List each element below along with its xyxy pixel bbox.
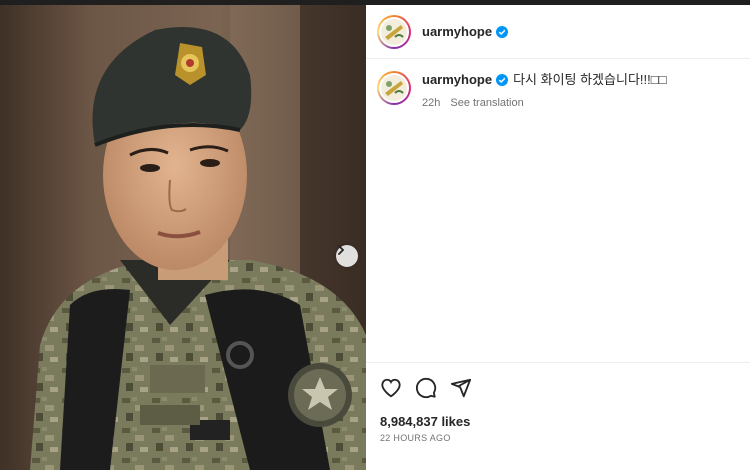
caption-block: uarmyhope 다시 화이팅 하겠습니다!!! □□ 22h See tra… (377, 71, 737, 109)
caption-emoji: □□ (650, 72, 667, 87)
likes-count[interactable]: 8,984,837 likes (380, 414, 470, 429)
post-details-panel: uarmyhope uarmyhope 다시 화이팅 하겠습니다!!! □□ 2… (366, 5, 750, 470)
verified-badge-icon (496, 25, 509, 38)
see-translation-link[interactable]: See translation (450, 97, 523, 109)
caption-text: 다시 화이팅 하겠습니다!!! (513, 72, 651, 87)
post-media[interactable] (0, 5, 366, 470)
post-actions: 8,984,837 likes 22 HOURS AGO (366, 362, 750, 470)
post-timestamp[interactable]: 22 HOURS AGO (380, 433, 451, 443)
chevron-right-icon (338, 245, 345, 255)
send-icon[interactable] (450, 377, 472, 404)
post-header: uarmyhope (366, 5, 750, 59)
header-username[interactable]: uarmyhope (422, 24, 492, 39)
caption-username[interactable]: uarmyhope (422, 71, 492, 89)
next-media-button[interactable] (336, 245, 358, 267)
caption-avatar[interactable] (377, 71, 411, 105)
avatar-image (381, 18, 407, 45)
avatar-image (381, 75, 407, 101)
comment-icon[interactable] (415, 377, 437, 404)
verified-badge-icon (496, 74, 509, 86)
avatar[interactable] (377, 14, 411, 49)
post-photo (0, 5, 366, 470)
relative-time[interactable]: 22h (422, 97, 440, 109)
heart-icon[interactable] (380, 377, 402, 404)
